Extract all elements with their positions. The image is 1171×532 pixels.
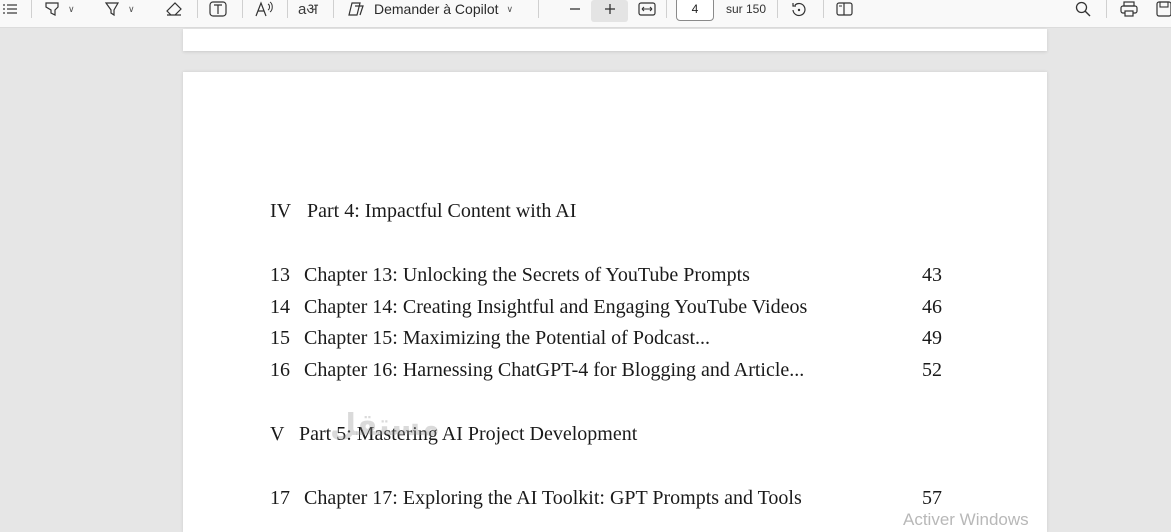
chapter-page: 49	[922, 327, 942, 349]
copilot-label: Demander à Copilot	[374, 1, 499, 17]
toolbar-divider	[333, 0, 334, 18]
toolbar-divider	[823, 0, 824, 18]
chapter-number: 15	[270, 327, 290, 349]
chapter-title: Chapter 16: Harnessing ChatGPT-4 for Blo…	[304, 359, 805, 381]
chapter-page: 57	[922, 487, 942, 509]
toolbar-divider	[197, 0, 198, 18]
chevron-down-icon[interactable]: ∨	[68, 4, 75, 15]
highlighter-icon	[45, 2, 59, 16]
translate-icon: aअ	[298, 1, 318, 18]
toc-entry[interactable]: 13 Chapter 13: Unlocking the Secrets of …	[270, 264, 942, 290]
toc-entry[interactable]: 15 Chapter 15: Maximizing the Potential …	[270, 327, 942, 353]
toolbar-divider	[777, 0, 778, 18]
copilot-button[interactable]: Demander à Copilot ∨	[346, 0, 513, 18]
chapter-number: 13	[270, 264, 290, 286]
pen-icon	[104, 2, 120, 17]
activate-windows-watermark: Activer Windows	[903, 510, 1029, 529]
part-number: V	[270, 423, 285, 445]
toolbar-divider	[31, 0, 32, 18]
toolbar-divider	[287, 0, 288, 18]
previous-page	[183, 29, 1047, 51]
toolbar-divider	[538, 0, 539, 18]
add-text-button[interactable]	[209, 0, 227, 18]
toolbar-divider	[1106, 0, 1107, 18]
toc-entry[interactable]: 14 Chapter 14: Creating Insightful and E…	[270, 296, 942, 322]
save-button[interactable]	[1156, 0, 1171, 18]
translate-button[interactable]: aअ	[298, 0, 318, 18]
page-number-input[interactable]: 4	[676, 0, 714, 21]
zoom-in-button[interactable]	[591, 0, 628, 22]
print-icon	[1120, 1, 1138, 17]
zoom-out-button[interactable]	[568, 0, 582, 18]
chapter-page: 46	[922, 296, 942, 318]
minus-icon	[570, 8, 580, 10]
contents-icon[interactable]	[2, 0, 18, 18]
plus-icon	[604, 4, 615, 14]
chapter-number: 14	[270, 296, 290, 318]
part-heading[interactable]: V Part 5: Mastering AI Project Developmen…	[270, 423, 637, 446]
chapter-number: 16	[270, 359, 290, 381]
part-heading[interactable]: IV Part 4: Impactful Content with AI	[270, 200, 576, 223]
eraser-button[interactable]	[165, 0, 183, 18]
page-view-button[interactable]	[836, 0, 854, 18]
toc-entry[interactable]: 17 Chapter 17: Exploring the AI Toolkit:…	[270, 487, 942, 513]
page-total-label: sur 150	[726, 2, 767, 16]
print-button[interactable]	[1120, 0, 1138, 18]
rotate-button[interactable]	[790, 0, 808, 18]
chapter-title: Chapter 14: Creating Insightful and Enga…	[304, 296, 808, 318]
toc-entry[interactable]: 16 Chapter 16: Harnessing ChatGPT-4 for …	[270, 359, 942, 385]
chevron-down-icon[interactable]: ∨	[128, 4, 135, 15]
text-box-icon	[209, 1, 227, 17]
eraser-icon	[166, 2, 182, 16]
chapter-title: Chapter 15: Maximizing the Potential of …	[304, 327, 711, 349]
draw-button[interactable]: ∨	[104, 0, 135, 18]
read-aloud-icon	[255, 1, 273, 17]
watermark-text: مستقل	[330, 408, 440, 443]
chapter-title: Chapter 13: Unlocking the Secrets of You…	[304, 264, 750, 286]
highlight-button[interactable]: ∨	[44, 0, 75, 18]
pdf-toolbar: ∨ ∨ aअ Demander à Copilot ∨ 4 sur 150	[0, 0, 1171, 28]
part-number: IV	[270, 200, 292, 222]
rotate-icon	[792, 2, 806, 17]
chapter-title: Chapter 17: Exploring the AI Toolkit: GP…	[304, 487, 802, 509]
toolbar-divider	[666, 0, 667, 18]
chapter-page: 43	[922, 264, 942, 286]
fit-width-icon	[638, 2, 656, 16]
copilot-icon	[348, 2, 364, 16]
read-aloud-button[interactable]	[254, 0, 274, 18]
save-icon	[1156, 1, 1171, 17]
page-view-icon	[836, 2, 853, 16]
search-button[interactable]	[1075, 0, 1091, 18]
pdf-page: IV Part 4: Impactful Content with AI 13 C…	[183, 72, 1047, 532]
search-icon	[1075, 1, 1091, 17]
fit-width-button[interactable]	[638, 0, 656, 18]
chevron-down-icon[interactable]: ∨	[507, 4, 514, 15]
toolbar-divider	[242, 0, 243, 18]
chapter-page: 52	[922, 359, 942, 381]
part-title: Part 4: Impactful Content with AI	[307, 200, 577, 222]
chapter-number: 17	[270, 487, 290, 509]
